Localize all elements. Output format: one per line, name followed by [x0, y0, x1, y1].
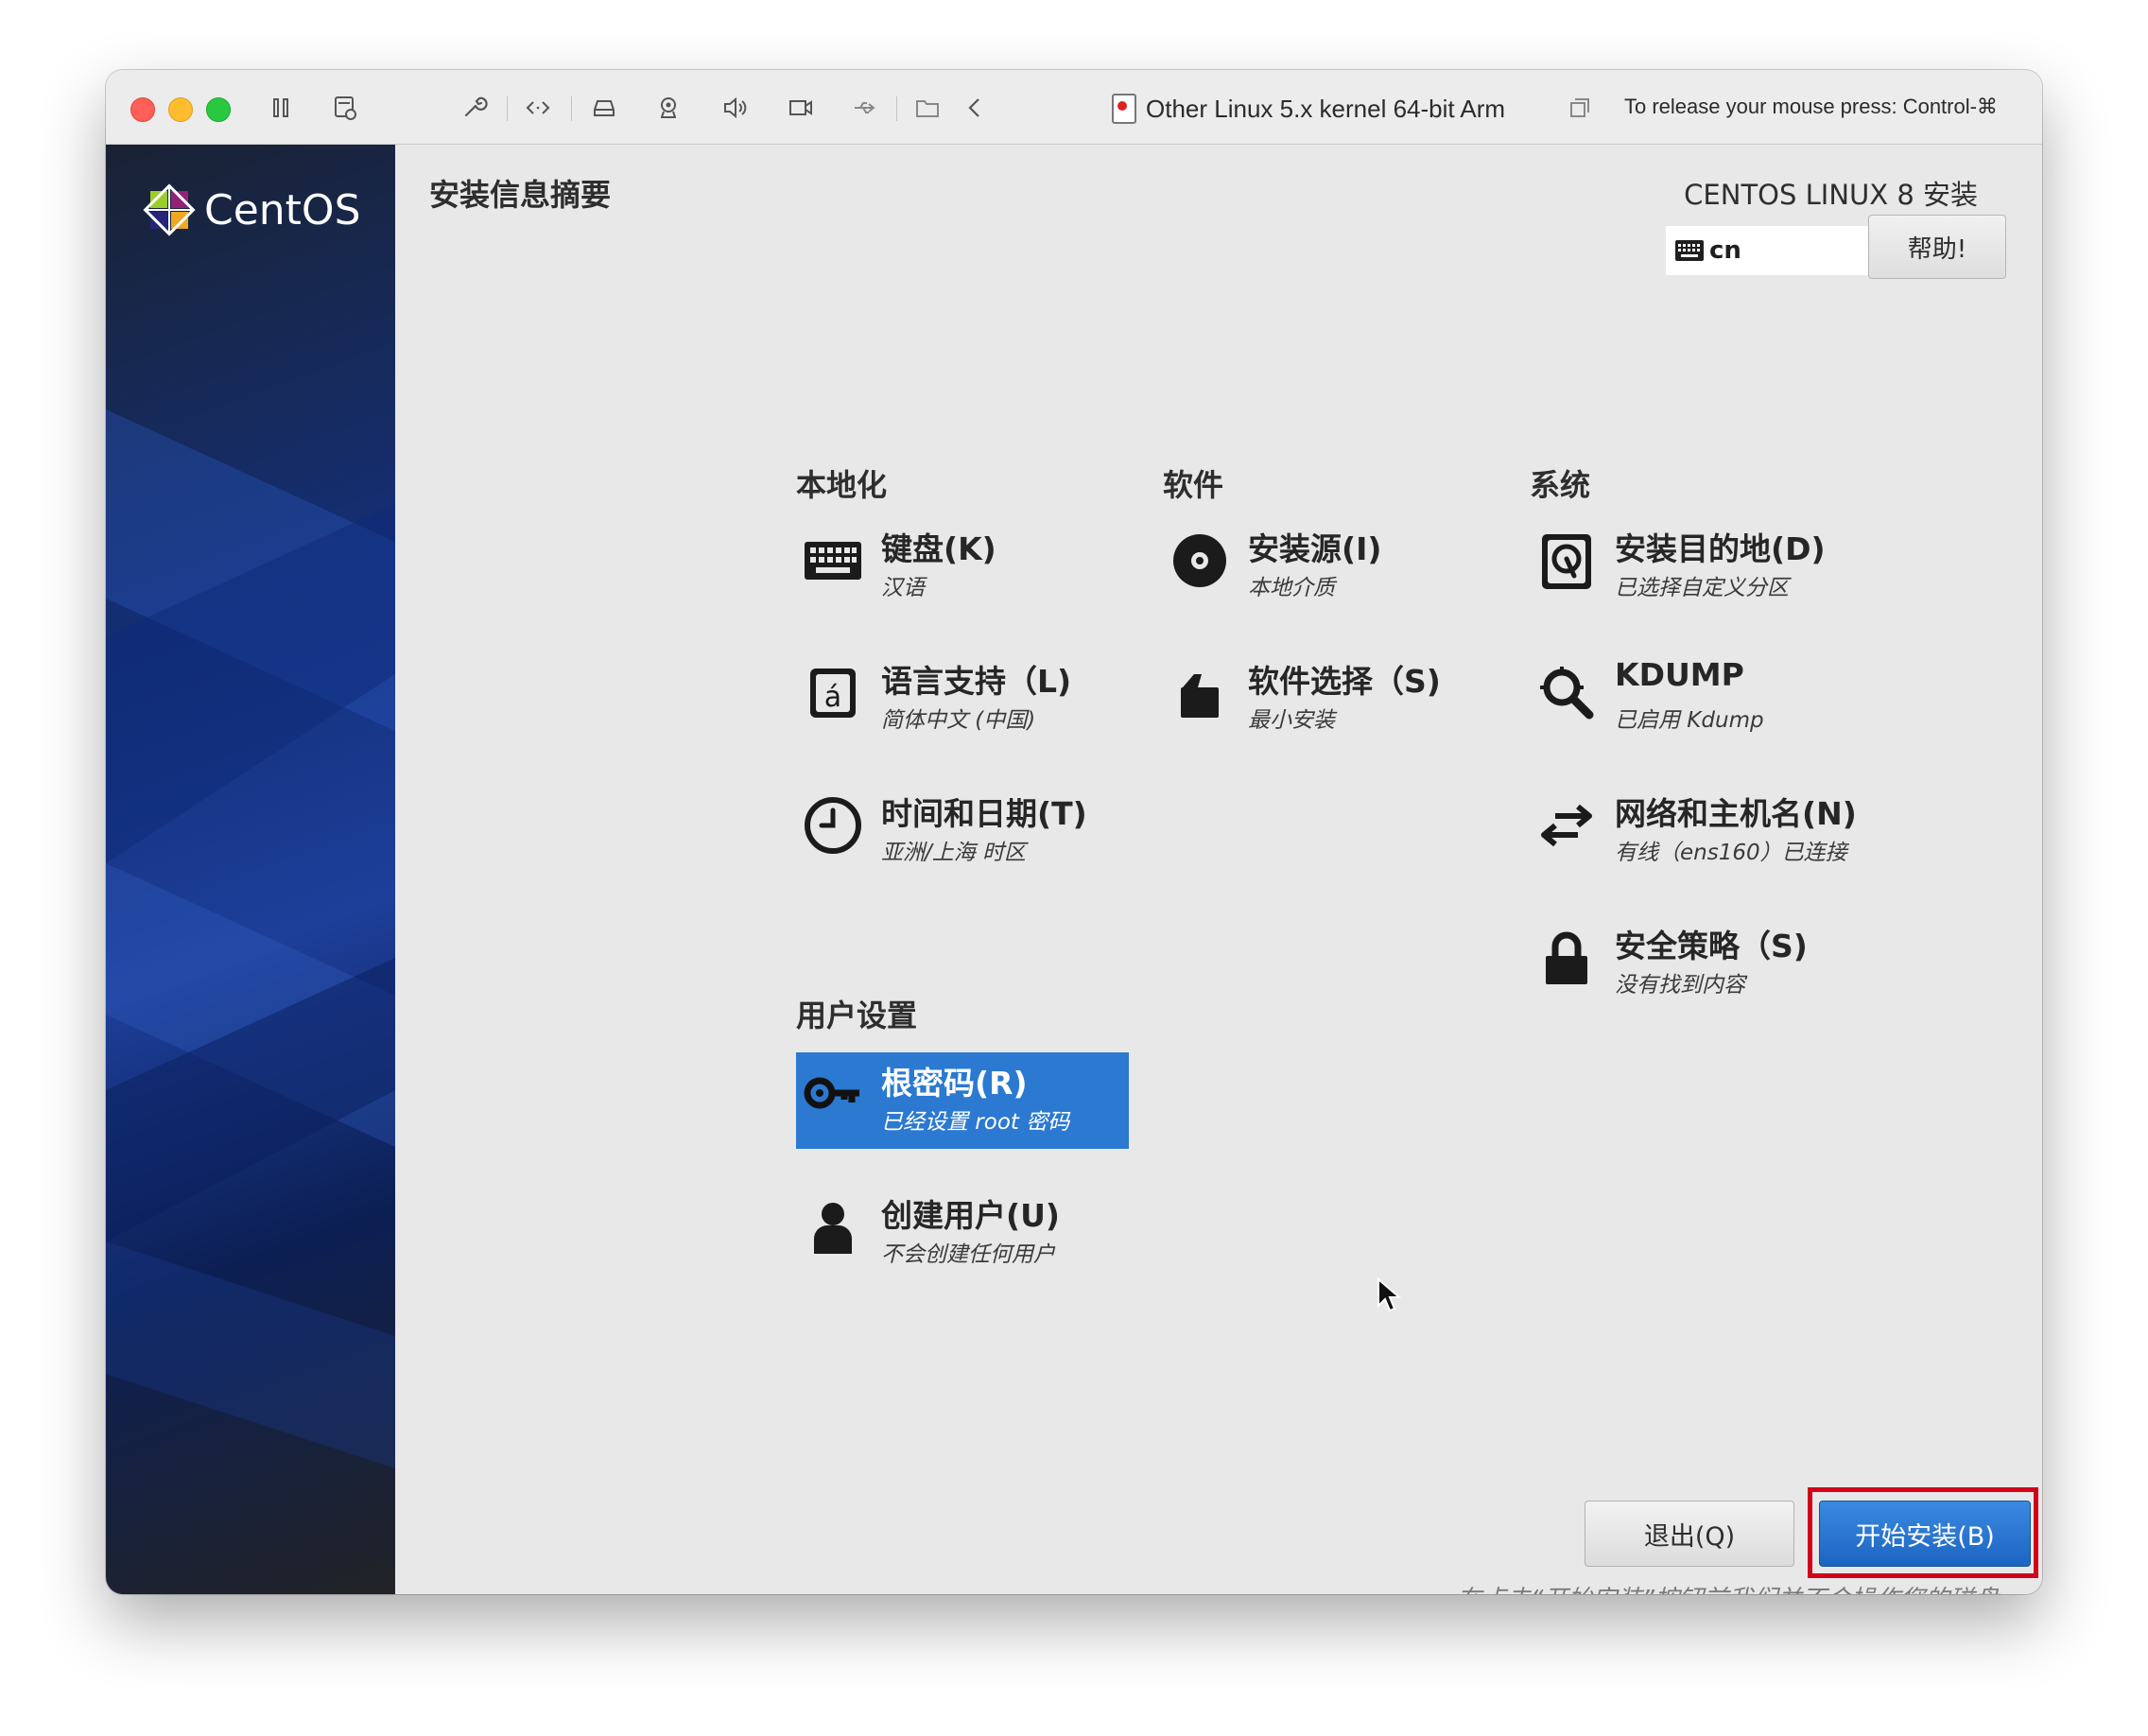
package-icon [1167, 660, 1233, 726]
spoke-keyboard[interactable]: 键盘(K) 汉语 [796, 518, 1127, 615]
spoke-installation-destination-status: 已选择自定义分区 [1615, 576, 1789, 600]
spoke-language-status: 简体中文 (中国) [881, 708, 1036, 733]
lock-icon [1533, 925, 1600, 991]
spoke-network-hostname-title: 网络和主机名(N) [1615, 795, 1857, 832]
spoke-root-password-status: 已经设置 root 密码 [881, 1110, 1070, 1135]
keyboard-layout-value: cn [1709, 236, 1741, 265]
centos-logo: CentOS [142, 182, 361, 237]
spoke-network-hostname-status: 有线（ens160）已连接 [1615, 841, 1847, 865]
keyboard-small-icon [1675, 240, 1704, 261]
clock-icon [800, 792, 866, 859]
mouse-cursor-icon [1377, 1277, 1402, 1312]
back-icon[interactable] [957, 90, 993, 126]
network-arrows-icon [1533, 792, 1600, 859]
keyboard-icon [800, 528, 866, 594]
usb-icon[interactable] [847, 90, 883, 126]
installer-main: 安装信息摘要 CENTOS LINUX 8 安装 cn 帮助! 本地化 软件 系… [395, 145, 2042, 1594]
quit-button[interactable]: 退出(Q) [1585, 1501, 1794, 1567]
maximize-window-button[interactable] [206, 97, 231, 122]
fullscreen-icon[interactable] [1562, 90, 1598, 126]
camera-icon[interactable] [650, 90, 686, 126]
category-user-settings: 用户设置 [796, 998, 918, 1033]
snapshot-icon[interactable] [327, 90, 363, 126]
key-icon [800, 1062, 866, 1128]
centos-logo-icon [143, 183, 196, 236]
spoke-installation-destination-title: 安装目的地(D) [1615, 530, 1826, 567]
drive-icon[interactable] [586, 90, 622, 126]
spoke-security-policy-status: 没有找到内容 [1615, 973, 1745, 998]
language-icon: á [800, 660, 866, 726]
vm-window: Other Linux 5.x kernel 64-bit Arm To rel… [106, 70, 2042, 1594]
sidebar-background [106, 409, 395, 1468]
category-software: 软件 [1163, 467, 1224, 503]
spoke-installation-source[interactable]: 安装源(I) 本地介质 [1163, 518, 1494, 615]
begin-button-highlight-box [1808, 1487, 2038, 1578]
spoke-installation-destination[interactable]: 安装目的地(D) 已选择自定义分区 [1530, 518, 1861, 615]
product-title: CENTOS LINUX 8 安装 [1684, 179, 1978, 211]
disc-icon [1167, 528, 1233, 594]
user-icon [800, 1194, 866, 1260]
video-icon[interactable] [783, 90, 819, 126]
spoke-installation-source-title: 安装源(I) [1248, 530, 1382, 567]
vm-title-bar: Other Linux 5.x kernel 64-bit Arm To rel… [106, 70, 2042, 145]
spoke-root-password[interactable]: 根密码(R) 已经设置 root 密码 [796, 1052, 1129, 1149]
vm-document-icon [1112, 94, 1136, 124]
spoke-user-creation[interactable]: 创建用户(U) 不会创建任何用户 [796, 1185, 1127, 1281]
spoke-user-creation-status: 不会创建任何用户 [881, 1242, 1055, 1267]
installer-sidebar: CentOS [106, 145, 395, 1594]
keyboard-layout-indicator[interactable]: cn [1666, 226, 1868, 275]
help-button[interactable]: 帮助! [1868, 215, 2006, 279]
spoke-software-selection-status: 最小安装 [1248, 708, 1335, 733]
spoke-security-policy[interactable]: 安全策略（S) 没有找到内容 [1530, 915, 1861, 1012]
spoke-network-hostname[interactable]: 网络和主机名(N) 有线（ens160）已连接 [1530, 783, 1861, 879]
vm-window-title: Other Linux 5.x kernel 64-bit Arm [1112, 93, 1505, 125]
spoke-software-selection-title: 软件选择（S) [1248, 663, 1441, 700]
spoke-software-selection[interactable]: 软件选择（S) 最小安装 [1163, 651, 1494, 747]
spoke-root-password-title: 根密码(R) [881, 1065, 1028, 1102]
wrench-icon[interactable] [456, 90, 492, 126]
search-icon [1533, 660, 1600, 726]
speaker-icon[interactable] [717, 90, 753, 126]
spoke-language-title: 语言支持（L) [881, 663, 1072, 700]
spoke-security-policy-title: 安全策略（S) [1615, 928, 1808, 964]
spoke-installation-source-status: 本地介质 [1248, 576, 1335, 600]
minimize-window-button[interactable] [168, 97, 193, 122]
centos-logo-text: CentOS [204, 185, 361, 234]
shared-folder-icon[interactable] [909, 90, 945, 126]
close-window-button[interactable] [130, 97, 155, 122]
code-icon[interactable] [520, 90, 556, 126]
hard-drive-icon [1533, 528, 1600, 594]
spoke-datetime-status: 亚洲/上海 时区 [881, 841, 1027, 865]
spoke-user-creation-title: 创建用户(U) [881, 1197, 1060, 1234]
spoke-keyboard-title: 键盘(K) [881, 530, 996, 567]
spoke-datetime[interactable]: 时间和日期(T) 亚洲/上海 时区 [796, 783, 1127, 879]
guest-screen: CentOS 安装信息摘要 CENTOS LINUX 8 安装 cn 帮助! 本… [106, 145, 2042, 1594]
spoke-datetime-title: 时间和日期(T) [881, 795, 1087, 832]
category-system: 系统 [1530, 467, 1591, 503]
category-localization: 本地化 [796, 467, 888, 503]
pause-icon[interactable] [263, 90, 299, 126]
mouse-release-hint: To release your mouse press: Control-⌘ [1624, 95, 1998, 118]
spoke-language[interactable]: á 语言支持（L) 简体中文 (中国) [796, 651, 1127, 747]
vm-title-text: Other Linux 5.x kernel 64-bit Arm [1146, 94, 1506, 123]
spoke-kdump[interactable]: KDUMP 已启用 Kdump [1530, 651, 1861, 747]
spoke-kdump-status: 已启用 Kdump [1615, 708, 1764, 733]
disk-warning-text: 在点击“开始安装”按钮前我们并不会操作您的磁盘。 [1457, 1580, 2023, 1594]
svg-text:á: á [824, 681, 841, 714]
page-title: 安装信息摘要 [429, 177, 612, 213]
spoke-kdump-title: KDUMP [1615, 656, 1744, 693]
spoke-keyboard-status: 汉语 [881, 576, 925, 600]
